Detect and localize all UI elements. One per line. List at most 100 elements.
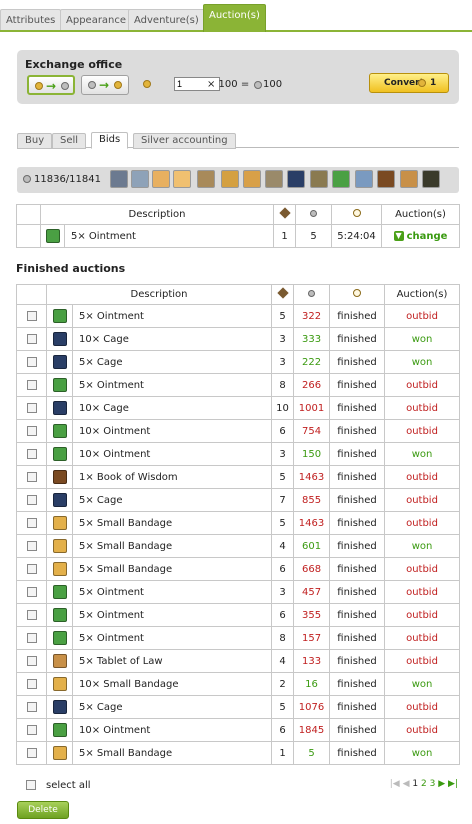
row-checkbox[interactable] — [26, 310, 37, 321]
item-description[interactable]: 5× Small Bandage — [71, 741, 273, 765]
time-remaining: 5:24:04 — [331, 224, 383, 248]
row-checkbox[interactable] — [26, 609, 37, 620]
item-description[interactable]: 5× Small Bandage — [71, 511, 273, 535]
last-page-icon[interactable]: ▶| — [448, 779, 458, 789]
page-link-3[interactable]: 3 — [430, 779, 436, 789]
item-description[interactable]: 10× Ointment — [71, 718, 273, 742]
row-checkbox[interactable] — [26, 471, 37, 482]
row-checkbox[interactable] — [26, 563, 37, 574]
item-description[interactable]: 5× Small Bandage — [71, 534, 273, 558]
cage-icon[interactable] — [287, 170, 305, 188]
silver-to-gold-button[interactable]: → — [81, 75, 129, 95]
bids-header[interactable] — [273, 204, 297, 225]
bucket-icon[interactable] — [355, 170, 373, 188]
time-header[interactable] — [329, 284, 386, 305]
time-header[interactable] — [331, 204, 383, 225]
row-checkbox[interactable] — [26, 540, 37, 551]
bids-header[interactable] — [271, 284, 295, 305]
cage-icon — [52, 355, 67, 369]
treasure-icon[interactable] — [422, 170, 440, 188]
tab-buy[interactable]: Buy — [17, 133, 53, 149]
item-description[interactable]: 5× Cage — [71, 350, 273, 374]
select-all-checkbox[interactable] — [26, 780, 36, 790]
item-description[interactable]: 1× Book of Wisdom — [71, 465, 273, 489]
bid-count: 6 — [271, 557, 295, 581]
row-checkbox[interactable] — [26, 678, 37, 689]
bid-count: 3 — [271, 350, 295, 374]
item-description[interactable]: 10× Cage — [71, 327, 273, 351]
page-link-2[interactable]: 2 — [421, 779, 427, 789]
tab-sell[interactable]: Sell — [52, 133, 87, 149]
item-description[interactable]: 5× Tablet of Law — [71, 649, 273, 673]
item-description[interactable]: 5× Cage — [71, 488, 273, 512]
row-checkbox[interactable] — [26, 724, 37, 735]
row-checkbox[interactable] — [26, 517, 37, 528]
helmet-icon[interactable] — [110, 170, 128, 188]
gold-to-silver-button[interactable]: → — [27, 75, 75, 95]
armor-icon[interactable] — [131, 170, 149, 188]
page-link-1[interactable]: 1 — [412, 779, 418, 789]
item-description[interactable]: 5× Cage — [71, 695, 273, 719]
delete-button[interactable]: Delete — [17, 801, 69, 819]
main-tab-bar: Attributes Appearance Adventure(s) Aucti… — [0, 0, 472, 32]
tab-bids[interactable]: Bids — [91, 132, 129, 149]
gloves-icon[interactable] — [152, 170, 170, 188]
convert-button[interactable]: Convert 1 — [369, 73, 449, 93]
change-bid-button[interactable]: ▼ change — [381, 224, 461, 248]
item-description[interactable]: 10× Cage — [71, 396, 273, 420]
bid-count: 3 — [271, 580, 295, 604]
bid-count: 5 — [271, 304, 295, 328]
shield-icon[interactable] — [197, 170, 215, 188]
row-checkbox[interactable] — [26, 402, 37, 413]
description-header[interactable]: Description — [39, 204, 275, 225]
silver-header[interactable] — [293, 284, 331, 305]
item-description[interactable]: 5× Ointment — [63, 224, 275, 248]
item-description[interactable]: 5× Ointment — [71, 603, 273, 627]
row-checkbox[interactable] — [26, 586, 37, 597]
item-description[interactable]: 10× Ointment — [71, 419, 273, 443]
scroll-icon[interactable] — [265, 170, 283, 188]
tab-auctions[interactable]: Auction(s) — [203, 4, 266, 32]
row-checkbox[interactable] — [26, 356, 37, 367]
item-description[interactable]: 10× Small Bandage — [71, 672, 273, 696]
item-description[interactable]: 5× Small Bandage — [71, 557, 273, 581]
item-description[interactable]: 5× Ointment — [71, 304, 273, 328]
convert-value: 1 — [430, 78, 437, 88]
tab-attributes[interactable]: Attributes — [0, 9, 62, 30]
silver-amount: 355 — [293, 603, 331, 627]
row-checkbox[interactable] — [26, 379, 37, 390]
ointment-icon[interactable] — [332, 170, 350, 188]
row-checkbox[interactable] — [26, 333, 37, 344]
tablet-icon[interactable] — [310, 170, 328, 188]
row-checkbox[interactable] — [26, 425, 37, 436]
row-checkbox[interactable] — [26, 655, 37, 666]
row-checkbox[interactable] — [26, 632, 37, 643]
tab-adventures[interactable]: Adventure(s) — [128, 9, 205, 30]
tab-appearance[interactable]: Appearance — [60, 9, 133, 30]
row-checkbox[interactable] — [26, 494, 37, 505]
row-checkbox-cell — [16, 442, 47, 466]
tab-silver-accounting[interactable]: Silver accounting — [133, 133, 236, 149]
row-checkbox-cell — [16, 304, 47, 328]
item-description[interactable]: 5× Ointment — [71, 626, 273, 650]
item-description[interactable]: 10× Ointment — [71, 442, 273, 466]
silver-header[interactable] — [295, 204, 333, 225]
row-checkbox[interactable] — [26, 747, 37, 758]
boots-icon[interactable] — [173, 170, 191, 188]
auction-status: finished — [329, 304, 386, 328]
item-description[interactable]: 5× Ointment — [71, 373, 273, 397]
select-all-label[interactable]: select all — [46, 780, 91, 791]
item-description[interactable]: 5× Ointment — [71, 580, 273, 604]
prev-page-icon[interactable]: ◀ — [403, 779, 410, 789]
row-checkbox[interactable] — [26, 448, 37, 459]
bid-count: 3 — [271, 442, 295, 466]
artwork-icon[interactable] — [400, 170, 418, 188]
sword-icon[interactable] — [221, 170, 239, 188]
bandage-icon[interactable] — [243, 170, 261, 188]
description-header[interactable]: Description — [45, 284, 273, 305]
next-page-icon[interactable]: ▶ — [438, 779, 445, 789]
row-checkbox[interactable] — [26, 701, 37, 712]
ointment-icon — [52, 631, 67, 645]
first-page-icon[interactable]: |◀ — [390, 779, 400, 789]
book-icon[interactable] — [377, 170, 395, 188]
